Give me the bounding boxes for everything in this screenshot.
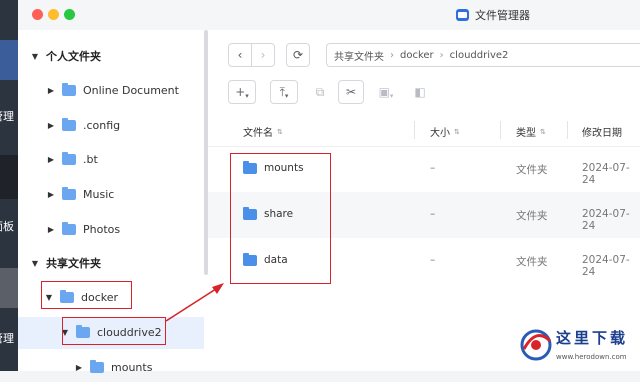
- watermark-url: www.herodown.com: [556, 353, 627, 361]
- annotation-arrow-line: [165, 286, 220, 322]
- annotation-arrowhead: [212, 283, 224, 294]
- watermark: 这里下载 www.herodown.com: [514, 319, 634, 369]
- annotation-arrow: [165, 283, 224, 322]
- watermark-text: 这里下载: [556, 329, 629, 347]
